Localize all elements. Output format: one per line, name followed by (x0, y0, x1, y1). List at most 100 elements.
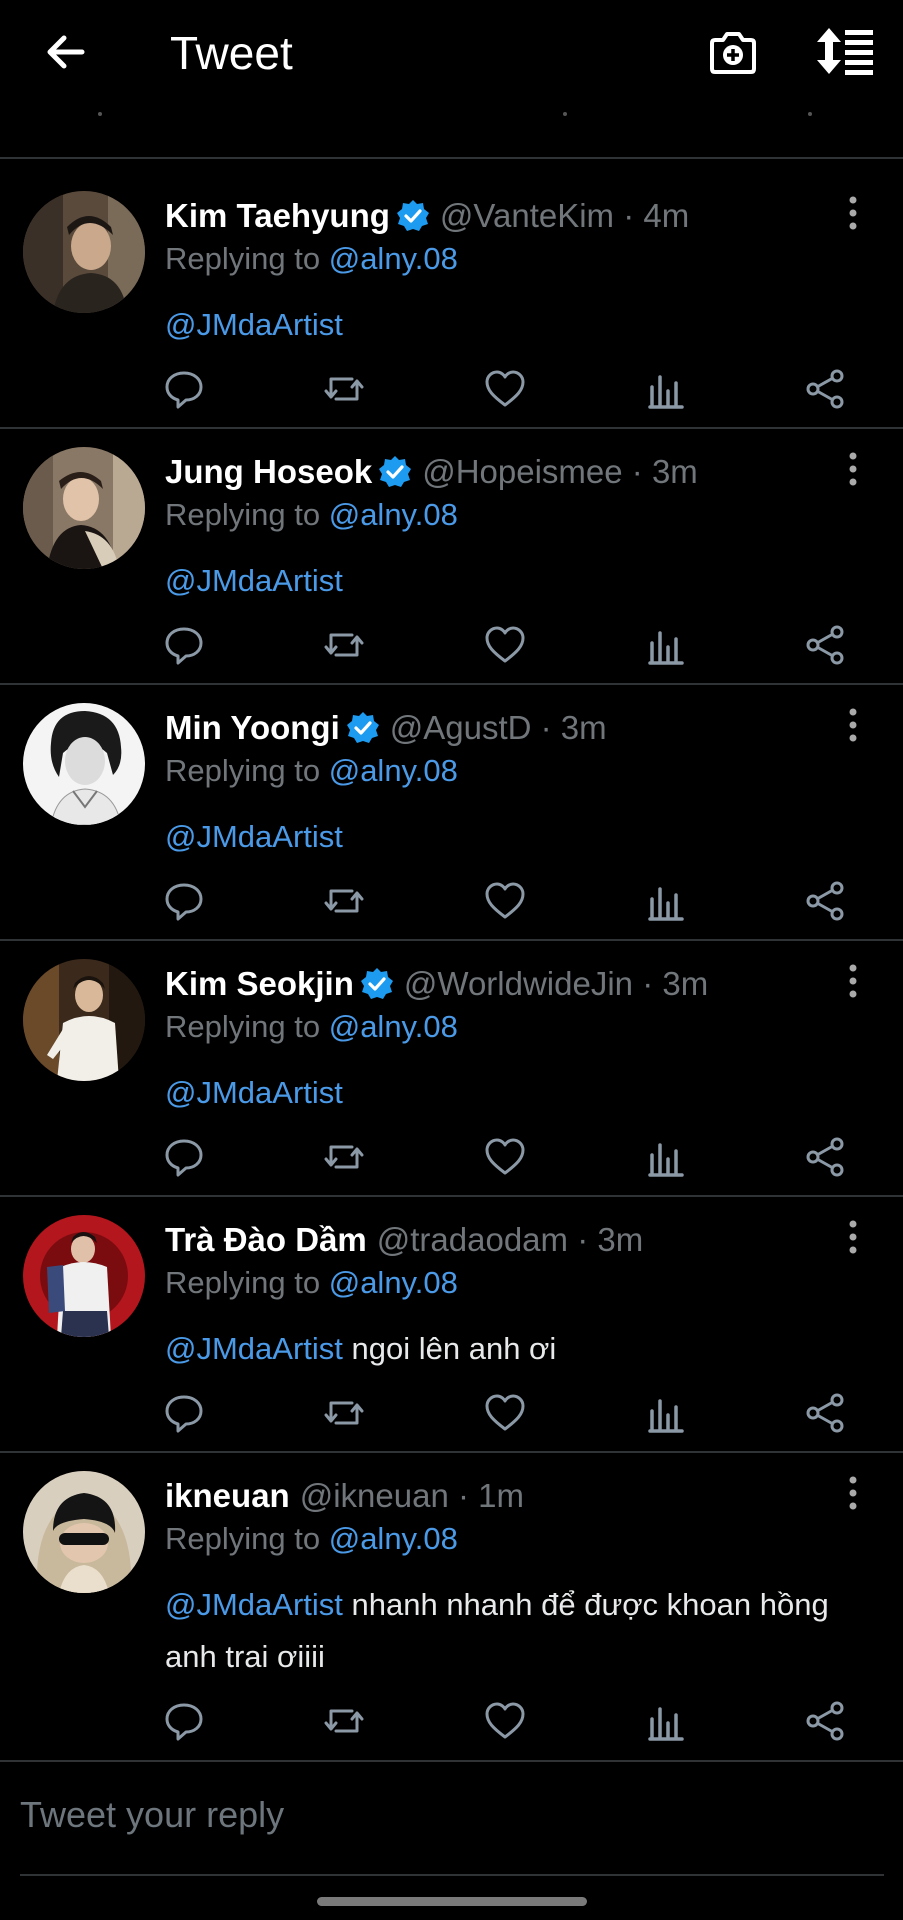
views-icon[interactable] (644, 1391, 688, 1435)
verified-badge-icon (360, 968, 393, 999)
display-name[interactable]: Jung Hoseok (165, 453, 372, 491)
avatar[interactable] (23, 191, 145, 313)
tweet-reply[interactable]: ikneuan @ikneuan · 1m Replying to @alny.… (0, 1453, 903, 1762)
mention-link[interactable]: @JMdaArtist (165, 1075, 343, 1110)
tweet-actions (0, 879, 903, 929)
reply-input-underline (20, 1874, 884, 1876)
verified-badge-icon (396, 200, 429, 231)
replying-to: Replying to @alny.08 (165, 1009, 458, 1044)
retweet-icon[interactable] (322, 1135, 366, 1179)
user-handle: @tradaodam (376, 1221, 569, 1258)
like-icon[interactable] (483, 879, 527, 923)
reply-icon[interactable] (162, 879, 206, 923)
like-icon[interactable] (483, 623, 527, 667)
like-icon[interactable] (483, 1699, 527, 1743)
tweet-actions (0, 623, 903, 673)
mention-link[interactable]: @JMdaArtist (165, 563, 343, 598)
views-icon[interactable] (644, 623, 688, 667)
mention-link[interactable]: @JMdaArtist (165, 1331, 343, 1366)
timestamp: · 3m (631, 453, 698, 490)
views-icon[interactable] (644, 1699, 688, 1743)
arrow-left-icon[interactable] (42, 28, 90, 76)
reply-icon[interactable] (162, 1391, 206, 1435)
tweet-header: Kim Seokjin @WorldwideJin · 3m (165, 965, 708, 1003)
replying-to-link[interactable]: @alny.08 (329, 497, 458, 532)
more-options-icon[interactable] (846, 1475, 860, 1511)
replying-to-link[interactable]: @alny.08 (329, 1521, 458, 1556)
verified-badge-icon (346, 712, 379, 743)
mention-link[interactable]: @JMdaArtist (165, 1587, 343, 1622)
retweet-icon[interactable] (322, 367, 366, 411)
retweet-icon[interactable] (322, 1391, 366, 1435)
share-icon[interactable] (804, 623, 848, 667)
like-icon[interactable] (483, 1391, 527, 1435)
like-icon[interactable] (483, 1135, 527, 1179)
tweet-header: Kim Taehyung @VanteKim · 4m (165, 197, 689, 235)
avatar[interactable] (23, 447, 145, 569)
more-options-icon[interactable] (846, 707, 860, 743)
scrolled-content-remnant (98, 112, 812, 116)
retweet-icon[interactable] (322, 879, 366, 923)
views-icon[interactable] (644, 879, 688, 923)
tweet-header: ikneuan @ikneuan · 1m (165, 1477, 524, 1515)
retweet-icon[interactable] (322, 1699, 366, 1743)
tweet-text: @JMdaArtist nhanh nhanh để được khoan hồ… (165, 1587, 829, 1674)
display-name[interactable]: Min Yoongi (165, 709, 340, 747)
share-icon[interactable] (804, 1135, 848, 1179)
replying-to-link[interactable]: @alny.08 (329, 1265, 458, 1300)
share-icon[interactable] (804, 879, 848, 923)
reply-icon[interactable] (162, 1699, 206, 1743)
more-options-icon[interactable] (846, 963, 860, 999)
user-handle: @WorldwideJin (403, 965, 634, 1002)
like-icon[interactable] (483, 367, 527, 411)
tweet-header: Min Yoongi @AgustD · 3m (165, 709, 607, 747)
timestamp: · 3m (577, 1221, 644, 1258)
timestamp: · 4m (623, 197, 690, 234)
tweet-reply[interactable]: Min Yoongi @AgustD · 3m Replying to @aln… (0, 685, 903, 941)
share-icon[interactable] (804, 1391, 848, 1435)
display-name[interactable]: Kim Taehyung (165, 197, 390, 235)
avatar[interactable] (23, 1215, 145, 1337)
replying-to-link[interactable]: @alny.08 (329, 753, 458, 788)
tweet-text: @JMdaArtist ngoi lên anh ơi (165, 1331, 557, 1366)
tweet-actions (0, 1135, 903, 1185)
replying-to: Replying to @alny.08 (165, 1265, 458, 1300)
tweet-reply[interactable]: Jung Hoseok @Hopeismee · 3m Replying to … (0, 429, 903, 685)
verified-badge-icon (379, 456, 412, 487)
share-icon[interactable] (804, 367, 848, 411)
camera-plus-icon[interactable] (707, 26, 759, 78)
replying-to: Replying to @alny.08 (165, 497, 458, 532)
replying-to-link[interactable]: @alny.08 (329, 1009, 458, 1044)
tweet-text: @JMdaArtist (165, 811, 865, 863)
views-icon[interactable] (644, 367, 688, 411)
mention-link[interactable]: @JMdaArtist (165, 819, 343, 854)
share-icon[interactable] (804, 1699, 848, 1743)
display-name[interactable]: Kim Seokjin (165, 965, 354, 1003)
reply-icon[interactable] (162, 367, 206, 411)
page-title: Tweet (170, 27, 293, 79)
reply-composer[interactable]: Tweet your reply (0, 1764, 903, 1876)
tweet-reply[interactable]: Trà Đào Dầm @tradaodam · 3m Replying to … (0, 1197, 903, 1453)
more-options-icon[interactable] (846, 1219, 860, 1255)
tweet-text: @JMdaArtist (165, 555, 865, 607)
mention-link[interactable]: @JMdaArtist (165, 307, 343, 342)
replying-to: Replying to @alny.08 (165, 241, 458, 276)
retweet-icon[interactable] (322, 623, 366, 667)
more-options-icon[interactable] (846, 195, 860, 231)
sort-list-icon[interactable] (815, 26, 875, 76)
avatar[interactable] (23, 703, 145, 825)
reply-icon[interactable] (162, 1135, 206, 1179)
avatar[interactable] (23, 1471, 145, 1593)
reply-input[interactable]: Tweet your reply (20, 1794, 284, 1836)
tweet-reply[interactable]: Kim Seokjin @WorldwideJin · 3m Replying … (0, 941, 903, 1197)
display-name[interactable]: ikneuan (165, 1477, 290, 1515)
more-options-icon[interactable] (846, 451, 860, 487)
tweet-reply[interactable]: Kim Taehyung @VanteKim · 4m Replying to … (0, 159, 903, 429)
display-name[interactable]: Trà Đào Dầm (165, 1221, 367, 1259)
reply-icon[interactable] (162, 623, 206, 667)
top-app-bar: Tweet (0, 0, 903, 108)
views-icon[interactable] (644, 1135, 688, 1179)
replying-to-link[interactable]: @alny.08 (329, 241, 458, 276)
avatar[interactable] (23, 959, 145, 1081)
gesture-navigation-bar[interactable] (317, 1897, 587, 1906)
